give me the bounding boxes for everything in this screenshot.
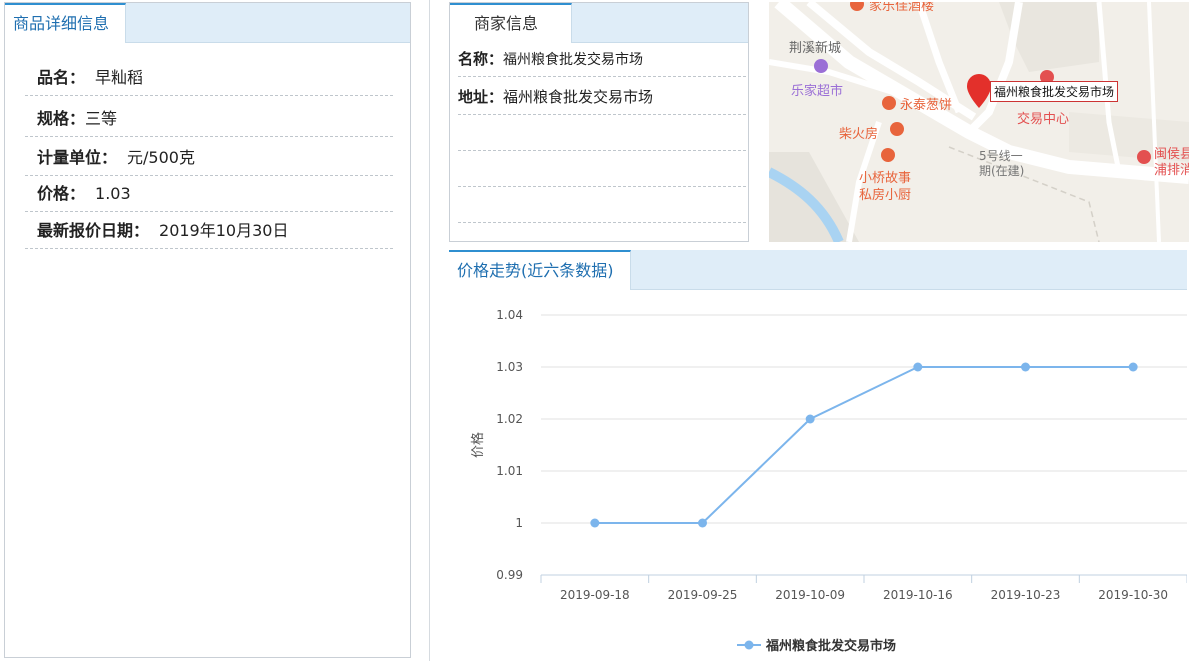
merchant-row-empty-1 bbox=[458, 115, 746, 151]
map-label-xiaoqiao-2: 私房小厨 bbox=[859, 188, 912, 203]
y-axis-label: 价格 bbox=[470, 432, 486, 458]
column-divider bbox=[429, 0, 430, 661]
map-label-lejia: 乐家超市 bbox=[791, 84, 844, 99]
product-price-value: 1.03 bbox=[95, 184, 131, 203]
merchant-name-label: 名称： bbox=[458, 50, 504, 68]
product-date-value: 2019年10月30日 bbox=[159, 221, 289, 240]
data-point bbox=[698, 518, 707, 528]
x-tick-label: 2019-09-18 bbox=[560, 588, 630, 602]
map-label-jingxi: 荆溪新城 bbox=[789, 41, 842, 56]
map-label-yongtai: 永泰葱饼 bbox=[900, 98, 953, 113]
merchant-row-name: 名称：福州粮食批发交易市场 bbox=[458, 41, 746, 77]
product-price-label: 价格： bbox=[37, 184, 86, 203]
map-marker-popup[interactable]: 福州粮食批发交易市场 bbox=[990, 81, 1119, 102]
product-name-label: 品名： bbox=[37, 68, 86, 87]
product-unit-value: 元/500克 bbox=[127, 148, 195, 167]
product-row-price: 价格： 1.03 bbox=[25, 176, 393, 212]
y-tick-label: 1 bbox=[515, 516, 523, 530]
y-tick-label: 1.04 bbox=[496, 308, 523, 322]
map-label-line5-b: 期(在建) bbox=[979, 164, 1025, 178]
merchant-address-value: 福州粮食批发交易市场 bbox=[503, 88, 654, 106]
data-point bbox=[913, 362, 923, 372]
map-label-top: 家乐佳酒楼 bbox=[869, 2, 935, 14]
y-tick-label: 1.01 bbox=[496, 464, 523, 478]
merchant-name-value: 福州粮食批发交易市场 bbox=[503, 52, 644, 68]
tab-product-detail[interactable]: 商品详细信息 bbox=[5, 3, 126, 43]
product-name-value: 早籼稻 bbox=[95, 68, 144, 87]
price-trend-panel: 价格走势(近六条数据) 0.99 1 1.01 1.02 1.03 1.04 2019-09… bbox=[449, 250, 1187, 661]
merchant-row-empty-2 bbox=[458, 151, 746, 187]
data-point bbox=[1021, 362, 1030, 372]
y-tick-label: 1.02 bbox=[496, 412, 523, 426]
data-point bbox=[1128, 362, 1138, 372]
product-spec-value: 三等 bbox=[85, 109, 118, 128]
merchant-address-label: 地址： bbox=[458, 88, 504, 106]
product-row-date: 最新报价日期： 2019年10月30日 bbox=[25, 213, 393, 249]
x-tick-label: 2019-10-16 bbox=[883, 588, 953, 602]
data-point bbox=[805, 414, 815, 424]
product-unit-label: 计量单位： bbox=[37, 148, 118, 167]
merchant-row-empty-3 bbox=[458, 187, 746, 223]
merchant-info-panel: 商家信息 名称：福州粮食批发交易市场 地址：福州粮食批发交易市场 bbox=[449, 2, 749, 242]
y-tick-label: 1.03 bbox=[496, 360, 523, 374]
product-row-unit: 计量单位： 元/500克 bbox=[25, 140, 393, 176]
product-row-name: 品名： 早籼稻 bbox=[25, 60, 393, 96]
product-detail-panel: 商品详细信息 品名： 早籼稻 规格：三等 计量单位： 元/500克 价格： 1.03 … bbox=[4, 2, 411, 658]
y-tick-label: 0.99 bbox=[496, 568, 523, 582]
merchant-row-address: 地址：福州粮食批发交易市场 bbox=[458, 79, 746, 115]
product-row-spec: 规格：三等 bbox=[25, 101, 393, 137]
x-tick-label: 2019-10-09 bbox=[775, 588, 845, 602]
legend-swatch-marker bbox=[744, 640, 754, 650]
location-map[interactable]: 家乐佳酒楼 荆溪新城 乐家超市 永泰葱饼 柴火房 小桥故事 私房小厨 交易中心 … bbox=[769, 2, 1189, 242]
series-line bbox=[594, 366, 1134, 524]
map-label-minhou-2: 浦排消 bbox=[1154, 163, 1189, 178]
tab-merchant-info[interactable]: 商家信息 bbox=[450, 3, 572, 43]
x-tick-label: 2019-10-23 bbox=[991, 588, 1061, 602]
data-point bbox=[590, 518, 600, 528]
product-date-label: 最新报价日期： bbox=[37, 221, 150, 240]
legend-label: 福州粮食批发交易市场 bbox=[765, 638, 896, 654]
map-label-chaihuo: 柴火房 bbox=[839, 127, 879, 142]
x-tick-label: 2019-09-25 bbox=[668, 588, 738, 602]
x-tick-label: 2019-10-30 bbox=[1098, 588, 1168, 602]
product-spec-label: 规格： bbox=[37, 109, 86, 128]
price-trend-chart: 0.99 1 1.01 1.02 1.03 1.04 2019-09-18 2019-09-2… bbox=[470, 308, 1187, 654]
map-label-jiaoyi: 交易中心 bbox=[1017, 112, 1070, 127]
